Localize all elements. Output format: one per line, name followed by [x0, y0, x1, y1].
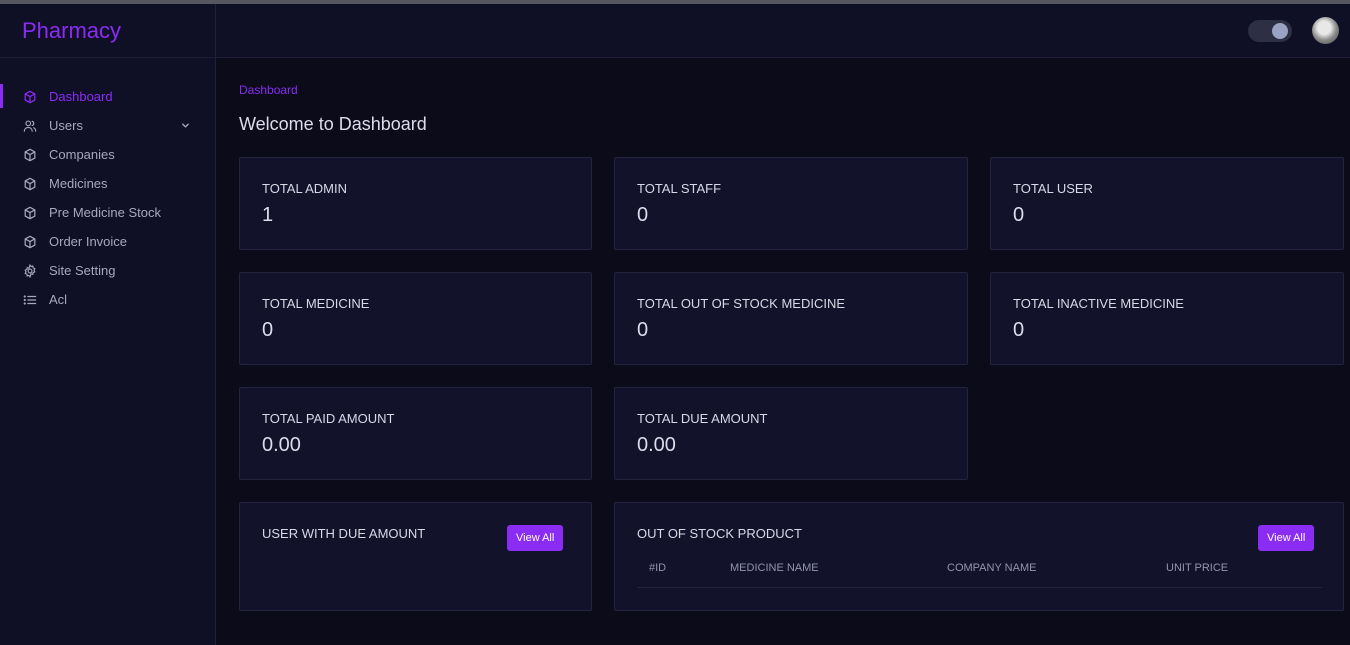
cube-icon	[23, 177, 37, 191]
breadcrumb[interactable]: Dashboard	[239, 83, 298, 97]
stat-card-total-user: TOTAL USER 0	[990, 157, 1344, 250]
toggle-knob	[1272, 23, 1288, 39]
stat-value: 0	[1013, 204, 1025, 226]
sidebar-item-label: Companies	[49, 147, 115, 162]
stat-label: TOTAL ADMIN	[262, 181, 347, 196]
brand-logo[interactable]: Pharmacy	[0, 4, 215, 58]
out-of-stock-panel: OUT OF STOCK PRODUCT View All #ID MEDICI…	[614, 502, 1344, 611]
chevron-down-icon[interactable]	[180, 120, 191, 131]
topbar	[216, 4, 1350, 58]
view-all-stock-button[interactable]: View All	[1258, 525, 1315, 551]
column-header-unit-price[interactable]: UNIT PRICE	[1166, 562, 1228, 574]
column-header-company-name[interactable]: COMPANY NAME	[947, 562, 1036, 574]
sidebar-item-site-setting[interactable]: Site Setting	[0, 256, 215, 285]
stat-card-total-out-of-stock-medicine: TOTAL OUT OF STOCK MEDICINE 0	[614, 272, 968, 365]
stat-label: TOTAL OUT OF STOCK MEDICINE	[637, 296, 846, 311]
sidebar-item-acl[interactable]: Acl	[0, 285, 215, 314]
stat-card-total-paid-amount: TOTAL PAID AMOUNT 0.00	[239, 387, 592, 480]
sidebar-item-label: Medicines	[49, 176, 108, 191]
stat-label: TOTAL USER	[1013, 181, 1093, 196]
sidebar-item-companies[interactable]: Companies	[0, 140, 215, 169]
sidebar-item-users[interactable]: Users	[0, 111, 215, 140]
panel-title: OUT OF STOCK PRODUCT	[637, 526, 802, 541]
stat-value: 0	[1013, 319, 1025, 341]
stat-value: 0	[637, 204, 649, 226]
stat-label: TOTAL INACTIVE MEDICINE	[1013, 296, 1184, 311]
list-icon	[23, 293, 37, 307]
stat-card-total-medicine: TOTAL MEDICINE 0	[239, 272, 592, 365]
stat-label: TOTAL STAFF	[637, 181, 722, 196]
sidebar-item-pre-medicine-stock[interactable]: Pre Medicine Stock	[0, 198, 215, 227]
sidebar-item-label: Pre Medicine Stock	[49, 205, 161, 220]
users-icon	[23, 119, 37, 133]
cube-icon	[23, 206, 37, 220]
sidebar-item-medicines[interactable]: Medicines	[0, 169, 215, 198]
sidebar-item-dashboard[interactable]: Dashboard	[0, 82, 215, 111]
stat-value: 0.00	[637, 434, 676, 456]
avatar[interactable]	[1312, 17, 1339, 44]
column-header-id[interactable]: #ID	[649, 562, 666, 574]
sidebar-item-label: Acl	[49, 292, 68, 307]
sidebar-item-label: Site Setting	[49, 263, 116, 278]
sidebar-item-label: Dashboard	[49, 89, 113, 104]
stat-card-total-due-amount: TOTAL DUE AMOUNT 0.00	[614, 387, 968, 480]
stat-value: 0	[262, 319, 274, 341]
due-amount-panel: USER WITH DUE AMOUNT View All	[239, 502, 592, 611]
stat-value: 1	[262, 204, 274, 226]
cube-icon	[23, 235, 37, 249]
sidebar: Pharmacy Dashboard Users Companies Medic…	[0, 4, 216, 645]
sidebar-nav: Dashboard Users Companies Medicines Pre …	[0, 58, 215, 314]
view-all-due-button[interactable]: View All	[507, 525, 564, 551]
stat-label: TOTAL MEDICINE	[262, 296, 370, 311]
panel-title: USER WITH DUE AMOUNT	[262, 526, 426, 541]
stat-card-total-staff: TOTAL STAFF 0	[614, 157, 968, 250]
stat-value: 0	[637, 319, 649, 341]
column-header-medicine-name[interactable]: MEDICINE NAME	[730, 562, 819, 574]
stat-card-total-inactive-medicine: TOTAL INACTIVE MEDICINE 0	[990, 272, 1344, 365]
cube-icon	[23, 148, 37, 162]
stat-value: 0.00	[262, 434, 301, 456]
stat-card-total-admin: TOTAL ADMIN 1	[239, 157, 592, 250]
cube-icon	[23, 90, 37, 104]
stat-label: TOTAL DUE AMOUNT	[637, 411, 768, 426]
stat-label: TOTAL PAID AMOUNT	[262, 411, 395, 426]
sidebar-item-label: Order Invoice	[49, 234, 128, 249]
gear-icon	[23, 263, 37, 278]
theme-toggle[interactable]	[1248, 20, 1292, 42]
sidebar-item-label: Users	[49, 118, 83, 133]
sidebar-item-order-invoice[interactable]: Order Invoice	[0, 227, 215, 256]
page-title: Welcome to Dashboard	[239, 114, 427, 134]
table-header-divider	[637, 587, 1322, 588]
